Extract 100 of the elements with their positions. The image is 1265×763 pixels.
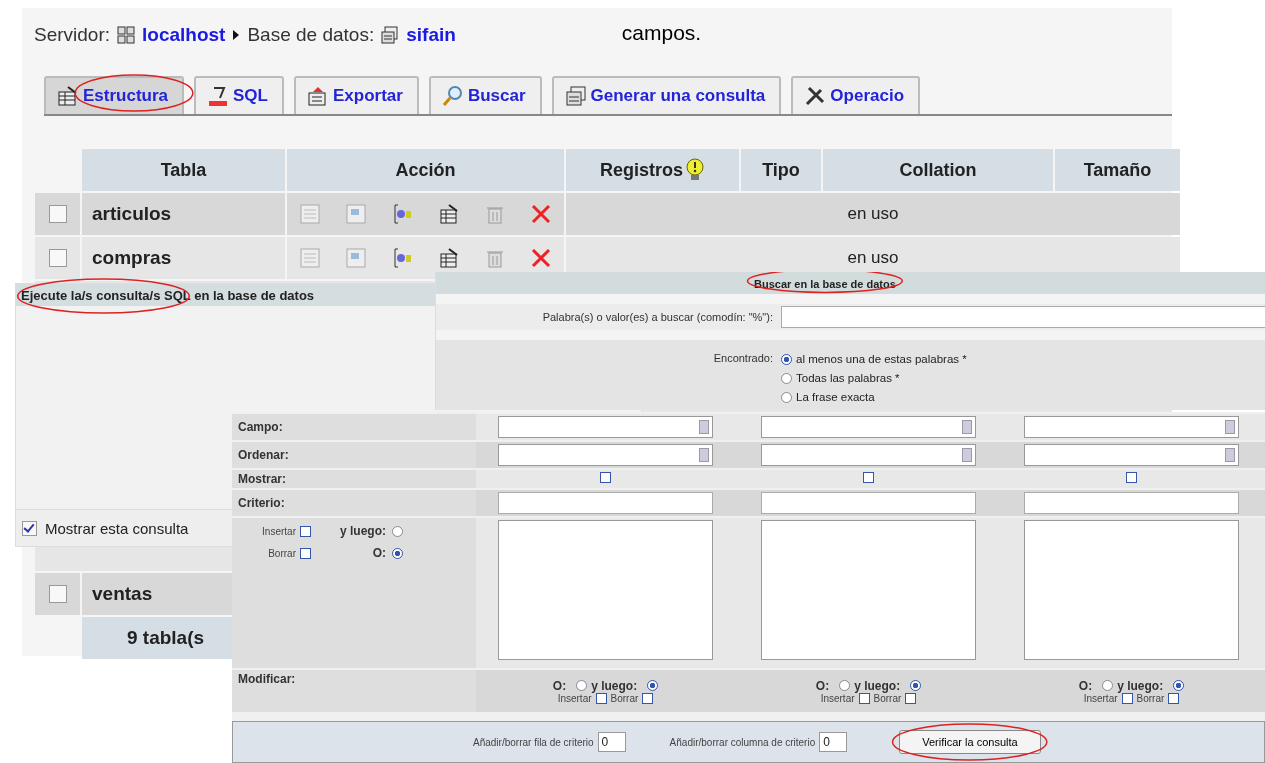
radio-button[interactable]: [781, 372, 792, 384]
radio-button[interactable]: [781, 391, 792, 403]
show-checkbox[interactable]: [600, 472, 611, 483]
row-label: Ordenar:: [238, 448, 289, 462]
field-dropdown[interactable]: [498, 416, 713, 438]
delete-checkbox[interactable]: [300, 547, 311, 559]
insert-checkbox[interactable]: [300, 525, 311, 537]
number-dropdown[interactable]: 0: [819, 732, 848, 752]
column-header: Tipo: [741, 149, 821, 191]
tab[interactable]: Buscar: [428, 76, 542, 114]
table-name[interactable]: ventas: [92, 583, 153, 605]
row-checkbox[interactable]: [48, 585, 67, 603]
verify-query-button[interactable]: Verificar la consulta: [899, 730, 1041, 754]
select-icon[interactable]: [345, 247, 368, 269]
radio-label: y luego:: [1117, 678, 1165, 693]
radio-label: y luego:: [854, 678, 902, 693]
tab[interactable]: Exportar: [294, 76, 419, 114]
magnifier-icon: [440, 84, 465, 108]
status-text: en uso: [847, 204, 899, 224]
database-icon: [563, 84, 588, 108]
radio-label: O:: [552, 678, 568, 693]
radio-button[interactable]: [647, 680, 659, 691]
criteria-field[interactable]: [1024, 492, 1239, 514]
tab[interactable]: Generar una consulta: [551, 76, 782, 114]
option-label: al menos una de estas palabras *: [796, 353, 967, 365]
checkbox-label: Insertar: [261, 525, 297, 537]
radio-label: O:: [815, 678, 831, 693]
radio-button[interactable]: [839, 680, 851, 691]
row-label: Modificar:: [238, 672, 296, 686]
radio-button[interactable]: [392, 525, 403, 537]
checkbox-label: Insertar: [557, 692, 592, 704]
radio-label: y luego:: [339, 524, 387, 538]
row-label: Campo:: [238, 420, 283, 434]
checkbox-label: Borrar: [610, 692, 639, 704]
show-checkbox[interactable]: [1126, 472, 1137, 483]
select-icon[interactable]: [345, 203, 368, 225]
insert-checkbox[interactable]: [595, 692, 607, 704]
radio-label: y luego:: [591, 678, 639, 693]
text-area[interactable]: [761, 520, 976, 660]
column-header: Tamaño: [1055, 149, 1180, 191]
insert-checkbox[interactable]: [1121, 692, 1133, 704]
field-dropdown[interactable]: [1024, 416, 1239, 438]
field-label: Añadir/borrar columna de criterio: [669, 736, 816, 748]
criteria-field[interactable]: [498, 492, 713, 514]
option-label: La frase exacta: [796, 391, 875, 403]
search-field[interactable]: [781, 306, 1265, 328]
tab[interactable]: SQL: [194, 76, 284, 114]
number-dropdown[interactable]: 0: [597, 732, 626, 752]
status-text: en uso: [847, 248, 899, 268]
sort-dropdown[interactable]: [1024, 444, 1239, 466]
table-count: 9 tabla(s: [127, 627, 205, 649]
database-icon: [380, 25, 401, 45]
field-dropdown[interactable]: [761, 416, 976, 438]
text-area[interactable]: [498, 520, 713, 660]
radio-button[interactable]: [910, 680, 922, 691]
radio-button[interactable]: [1102, 680, 1114, 691]
radio-button[interactable]: [1173, 680, 1185, 691]
row-checkbox[interactable]: [48, 249, 67, 267]
delete-icon[interactable]: [529, 203, 552, 225]
delete-checkbox[interactable]: [642, 692, 654, 704]
checkbox-label: Insertar: [820, 692, 855, 704]
checkbox-label: Borrar: [873, 692, 902, 704]
show-query-checkbox[interactable]: [22, 520, 37, 536]
tab[interactable]: Operacio: [791, 76, 921, 114]
server-label: Servidor:: [34, 24, 111, 46]
database-link[interactable]: sifain: [406, 24, 456, 46]
tab[interactable]: Estructura: [44, 76, 185, 114]
server-icon: [116, 25, 137, 45]
checkbox-label: Borrar: [267, 547, 297, 559]
panel-title: Buscar en la base de datos: [754, 278, 896, 290]
field-label: Palabra(s) o valor(es) a buscar (comodín: "%"):: [541, 311, 774, 323]
show-checkbox[interactable]: [863, 472, 874, 483]
sort-dropdown[interactable]: [761, 444, 976, 466]
column-header: Tabla: [82, 149, 285, 191]
option-label: Todas las palabras *: [796, 372, 900, 384]
delete-icon[interactable]: [529, 247, 552, 269]
radio-button[interactable]: [576, 680, 588, 691]
sort-dropdown[interactable]: [498, 444, 713, 466]
checkbox-label: Insertar: [1083, 692, 1118, 704]
text-area[interactable]: [1024, 520, 1239, 660]
radio-label: O:: [1078, 678, 1094, 693]
criteria-field[interactable]: [761, 492, 976, 514]
radio-button[interactable]: [392, 547, 403, 559]
caption-text: campos.: [621, 21, 702, 45]
checkbox-label: Mostrar esta consulta: [45, 519, 189, 537]
field-label: Añadir/borrar fila de criterio: [473, 736, 594, 748]
field-label: Encontrado:: [712, 351, 774, 364]
insert-checkbox[interactable]: [858, 692, 870, 704]
delete-checkbox[interactable]: [1168, 692, 1180, 704]
row-checkbox[interactable]: [48, 205, 67, 223]
delete-checkbox[interactable]: [905, 692, 917, 704]
radio-label: O:: [371, 546, 387, 560]
database-label: Base de datos:: [247, 24, 375, 46]
radio-button[interactable]: [781, 353, 792, 365]
checkbox-label: Borrar: [1136, 692, 1165, 704]
column-header: Registros: [600, 159, 683, 181]
row-label: Mostrar:: [238, 472, 286, 486]
table-icon[interactable]: [437, 203, 460, 225]
table-icon[interactable]: [437, 247, 460, 269]
server-link[interactable]: localhost: [142, 24, 226, 46]
